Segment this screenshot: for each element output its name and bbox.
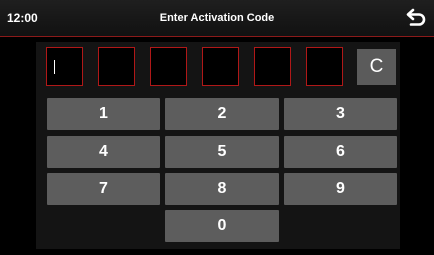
key-6[interactable]: 6: [284, 136, 397, 168]
key-8[interactable]: 8: [165, 173, 279, 205]
title-bar-divider: [0, 36, 434, 37]
key-0[interactable]: 0: [165, 210, 279, 242]
key-1[interactable]: 1: [47, 98, 160, 130]
text-cursor: [54, 60, 55, 74]
key-2[interactable]: 2: [165, 98, 279, 130]
code-digit-box[interactable]: [46, 47, 83, 86]
code-digit-box[interactable]: [98, 47, 135, 86]
key-4[interactable]: 4: [47, 136, 160, 168]
key-3[interactable]: 3: [284, 98, 397, 130]
key-7[interactable]: 7: [47, 173, 160, 205]
code-digit-box[interactable]: [202, 47, 239, 86]
code-digit-box[interactable]: [254, 47, 291, 86]
clear-button[interactable]: C: [357, 49, 396, 85]
back-arrow-icon[interactable]: [405, 7, 427, 29]
key-5[interactable]: 5: [165, 136, 279, 168]
key-9[interactable]: 9: [284, 173, 397, 205]
page-title: Enter Activation Code: [159, 12, 275, 24]
code-digit-box[interactable]: [306, 47, 343, 86]
code-digit-box[interactable]: [150, 47, 187, 86]
